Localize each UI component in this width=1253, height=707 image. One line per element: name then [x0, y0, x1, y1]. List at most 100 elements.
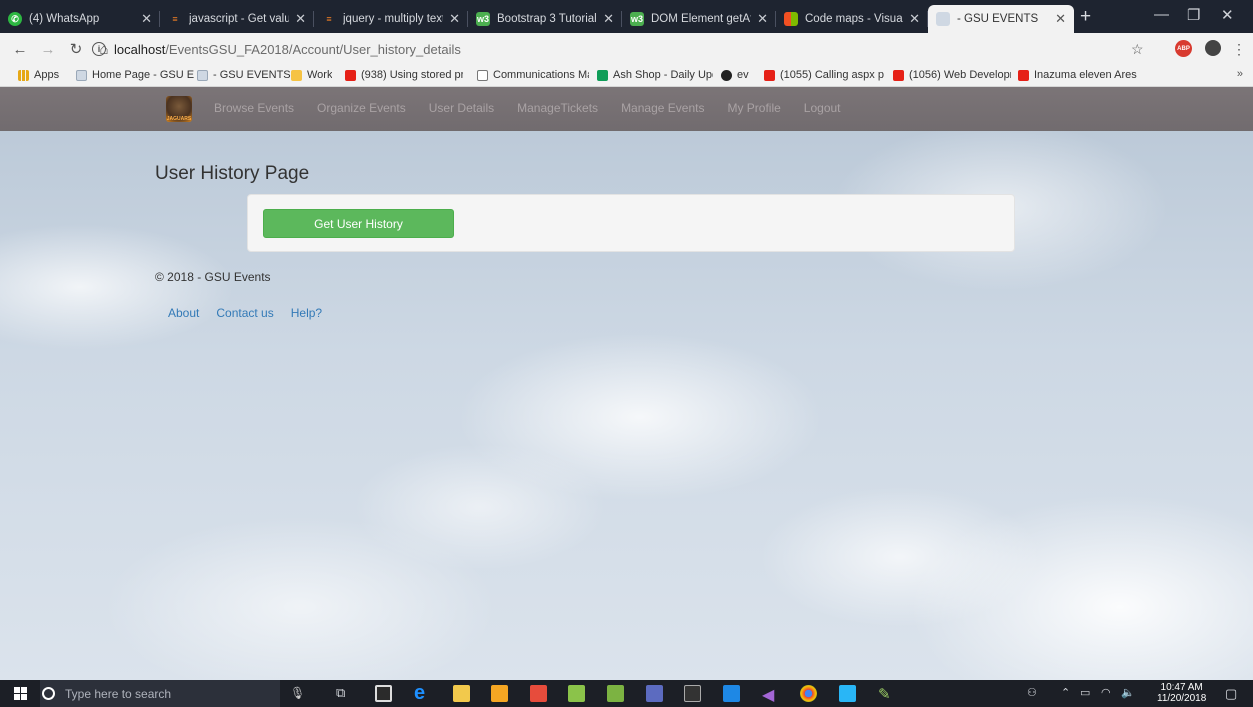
close-icon[interactable]: ✕	[909, 11, 920, 27]
bookmark-ash-shop[interactable]: Ash Shop - Daily Upd	[597, 69, 713, 81]
windows-taskbar: Type here to search 🎙 ⧉ e ◀ ✎ ⚇ ⌃ ▭ ◠ 🔈 …	[0, 680, 1253, 707]
sticky-notes-icon[interactable]	[491, 685, 508, 702]
apps-grid-icon	[18, 69, 29, 81]
edge-icon[interactable]: e	[414, 683, 431, 703]
footer-link-contact[interactable]: Contact us	[216, 306, 273, 320]
more-bookmarks-icon[interactable]: »	[1237, 68, 1243, 80]
footer-link-help[interactable]: Help?	[291, 306, 322, 320]
copyright-text: © 2018 - GSU Events	[155, 270, 271, 284]
footer-links: About Contact us Help?	[168, 306, 339, 320]
tab-dom-element[interactable]: w3 DOM Element getAttrib ✕	[622, 5, 776, 33]
tab-whatsapp[interactable]: ✆ (4) WhatsApp ✕	[0, 5, 160, 33]
bookmark-youtube-1056[interactable]: (1056) Web Developm	[893, 69, 1011, 81]
youtube-icon	[1018, 69, 1029, 81]
history-panel: Get User History	[247, 194, 1015, 252]
menu-icon[interactable]: ⋮	[1232, 41, 1246, 58]
bookmark-youtube-1055[interactable]: (1055) Calling aspx p	[764, 69, 884, 81]
forward-icon[interactable]: →	[40, 41, 56, 58]
visual-studio-icon[interactable]: ◀	[762, 685, 779, 704]
bookmark-apps[interactable]: Apps	[18, 69, 59, 81]
page-icon	[76, 69, 87, 81]
w3schools-icon: w3	[476, 12, 490, 26]
folder-icon	[291, 69, 302, 81]
people-icon[interactable]: ⚇	[1027, 686, 1037, 699]
app-icon-lightblue[interactable]	[839, 685, 856, 702]
volume-icon[interactable]: 🔈	[1121, 686, 1135, 699]
nav-organize-events[interactable]: Organize Events	[317, 101, 406, 115]
file-explorer-icon[interactable]	[453, 685, 470, 702]
notifications-icon[interactable]: ▢	[1225, 686, 1237, 702]
page-title: User History Page	[155, 163, 310, 184]
tab-stackoverflow-1[interactable]: ≡ javascript - Get value o ✕	[160, 5, 314, 33]
windows-start-icon[interactable]	[14, 687, 27, 700]
app-icon-green[interactable]	[568, 685, 585, 702]
close-icon[interactable]: ✕	[295, 11, 306, 27]
app-icon-paint[interactable]	[607, 685, 624, 702]
chrome-icon[interactable]	[800, 685, 817, 702]
minimize-icon[interactable]: —	[1154, 6, 1169, 23]
nav-my-profile[interactable]: My Profile	[727, 101, 780, 115]
nav-browse-events[interactable]: Browse Events	[214, 101, 294, 115]
app-icon-blue[interactable]	[646, 685, 663, 702]
document-icon	[477, 69, 488, 81]
bookmark-ev[interactable]: ev	[721, 69, 749, 81]
bookmark-gsu-events[interactable]: - GSU EVENTS	[197, 69, 291, 81]
battery-icon[interactable]: ▭	[1080, 686, 1090, 699]
store-icon[interactable]	[723, 685, 740, 702]
site-nav-links: Browse Events Organize Events User Detai…	[214, 101, 864, 115]
nav-logout[interactable]: Logout	[804, 101, 841, 115]
close-icon[interactable]: ✕	[757, 11, 768, 27]
cortana-icon	[42, 687, 55, 700]
maximize-icon[interactable]: ❐	[1187, 6, 1200, 24]
bookmark-communications[interactable]: Communications Ma	[477, 69, 589, 81]
nav-manage-events[interactable]: Manage Events	[621, 101, 704, 115]
paint-icon[interactable]: ✎	[878, 685, 895, 703]
tab-gsu-events[interactable]: - GSU EVENTS ✕	[928, 5, 1074, 33]
browser-toolbar: ← → ↻ ⌂ i localhost/EventsGSU_FA2018/Acc…	[0, 33, 1253, 65]
jaguars-logo[interactable]: JAGUARS	[166, 96, 192, 122]
app-icon-red[interactable]	[530, 685, 547, 702]
reload-icon[interactable]: ↻	[68, 40, 84, 58]
nav-manage-tickets[interactable]: ManageTickets	[517, 101, 598, 115]
close-icon[interactable]: ✕	[1055, 11, 1066, 27]
bookmark-inazuma[interactable]: Inazuma eleven Ares	[1018, 69, 1137, 81]
bookmark-work[interactable]: Work	[291, 69, 332, 81]
sheets-icon	[597, 69, 608, 81]
get-user-history-button[interactable]: Get User History	[263, 209, 454, 238]
youtube-icon	[764, 69, 775, 81]
task-view-icon[interactable]: ⧉	[336, 685, 345, 701]
show-hidden-icons[interactable]: ⌃	[1061, 686, 1070, 699]
close-window-icon[interactable]: ✕	[1221, 6, 1234, 24]
extension-icon[interactable]	[1205, 40, 1221, 56]
bookmarks-bar: Apps Home Page - GSU EV - GSU EVENTS Wor…	[0, 65, 1253, 87]
stackoverflow-icon: ≡	[172, 14, 178, 24]
back-icon[interactable]: ←	[12, 41, 28, 58]
bookmark-youtube-938[interactable]: (938) Using stored pr	[345, 69, 463, 81]
nav-user-details[interactable]: User Details	[429, 101, 494, 115]
close-icon[interactable]: ✕	[141, 11, 152, 27]
page-icon	[197, 69, 208, 81]
close-icon[interactable]: ✕	[449, 11, 460, 27]
microphone-icon[interactable]: 🎙	[290, 686, 305, 700]
new-tab-button[interactable]: +	[1080, 6, 1091, 28]
adblock-icon[interactable]: ABP	[1175, 40, 1192, 57]
close-icon[interactable]: ✕	[603, 11, 614, 27]
info-icon[interactable]: i	[92, 42, 106, 56]
youtube-icon	[893, 69, 904, 81]
footer-link-about[interactable]: About	[168, 306, 199, 320]
terminal-icon[interactable]	[684, 685, 701, 702]
stackoverflow-icon: ≡	[326, 14, 332, 24]
taskbar-search[interactable]: Type here to search	[40, 680, 280, 707]
taskbar-clock[interactable]: 10:47 AM 11/20/2018	[1157, 682, 1206, 704]
w3schools-icon: w3	[630, 12, 644, 26]
tab-code-maps[interactable]: Code maps - Visual Stu ✕	[776, 5, 928, 33]
tab-stackoverflow-2[interactable]: ≡ jquery - multiply textb ✕	[314, 5, 468, 33]
wifi-icon[interactable]: ◠	[1101, 686, 1111, 699]
github-icon	[721, 69, 732, 81]
address-bar[interactable]: i localhost/EventsGSU_FA2018/Account/Use…	[92, 38, 1122, 60]
bookmark-home-page[interactable]: Home Page - GSU EV	[76, 69, 194, 81]
web-page: JAGUARS Browse Events Organize Events Us…	[0, 87, 1253, 680]
tab-bootstrap-tutorial[interactable]: w3 Bootstrap 3 Tutorial ✕	[468, 5, 622, 33]
mail-icon[interactable]	[375, 685, 392, 702]
bookmark-star-icon[interactable]: ☆	[1131, 41, 1144, 58]
